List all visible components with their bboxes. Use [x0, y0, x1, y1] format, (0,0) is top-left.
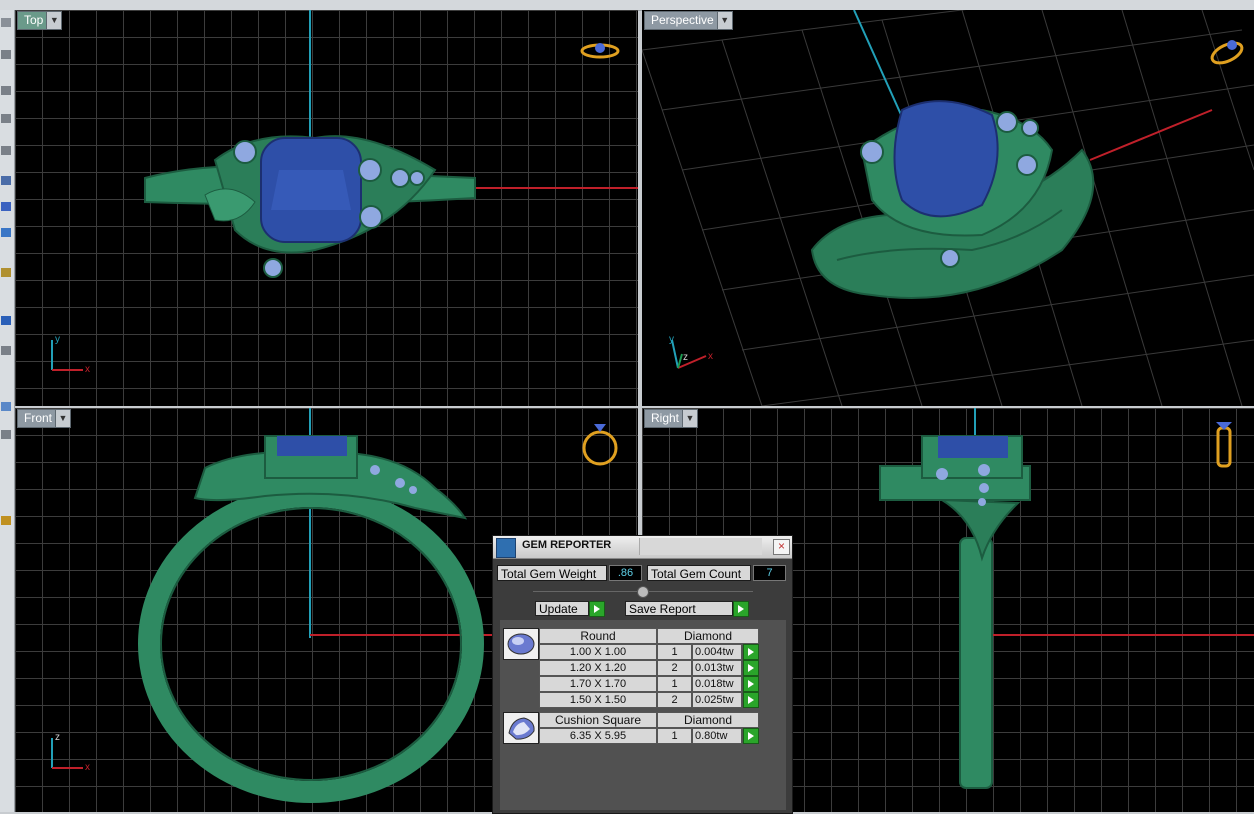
- top-view-canvas: y x: [51, 10, 638, 375]
- select-gem-button[interactable]: [743, 728, 759, 744]
- curve-tool-icon[interactable]: [1, 86, 11, 95]
- axis-z-label: z: [55, 732, 60, 743]
- orientation-widget-icon: [582, 424, 618, 466]
- save-report-go-button[interactable]: [733, 601, 749, 617]
- axis-y-label: y: [669, 334, 674, 345]
- cushion-gem-icon: [503, 712, 539, 744]
- viewport-label-right[interactable]: Right ▼: [644, 409, 699, 428]
- gem-weight-cell: 0.025tw: [692, 692, 742, 708]
- gem-size-cell: 1.00 X 1.00: [539, 644, 657, 660]
- titlebar-spacer: [639, 538, 762, 555]
- viewport-label-text: Front: [24, 411, 53, 425]
- viewport-label-text: Right: [651, 411, 680, 425]
- gem-count-cell: 2: [657, 660, 692, 676]
- ring-perspective-view: [810, 100, 1095, 299]
- gem-count-cell: 2: [657, 692, 692, 708]
- gem-count-cell: 1: [657, 676, 692, 692]
- viewport-label-top[interactable]: Top ▼: [17, 11, 63, 30]
- render-tool-icon[interactable]: [1, 516, 11, 525]
- chevron-down-icon[interactable]: ▼: [682, 410, 698, 427]
- pencil-tool-icon[interactable]: [1, 268, 11, 277]
- update-go-button[interactable]: [589, 601, 605, 617]
- dialog-titlebar[interactable]: GEM REPORTER ×: [493, 536, 792, 559]
- viewport-label-front[interactable]: Front ▼: [17, 409, 72, 428]
- gem-size-cell: 1.70 X 1.70: [539, 676, 657, 692]
- left-toolbar: [0, 10, 15, 812]
- axis-x-label: x: [85, 364, 90, 375]
- viewport-perspective[interactable]: y z x Perspective ▼: [642, 10, 1254, 406]
- select-gem-button[interactable]: [743, 676, 759, 692]
- gem-weight-cell: 0.018tw: [692, 676, 742, 692]
- orientation-widget-icon: [580, 43, 620, 59]
- axis-indicator: z x: [51, 732, 90, 773]
- surface-tool-icon[interactable]: [1, 228, 11, 237]
- gem-reporter-dialog[interactable]: GEM REPORTER × Total Gem Weight .86 Tota…: [492, 535, 793, 814]
- gear-tool-icon[interactable]: [1, 346, 11, 355]
- group-material-header: Diamond: [657, 712, 759, 728]
- viewport-label-text: Perspective: [651, 13, 714, 27]
- chevron-down-icon[interactable]: ▼: [716, 12, 732, 29]
- gem-weight-cell: 0.80tw: [692, 728, 742, 744]
- group-material-header: Diamond: [657, 628, 759, 644]
- save-report-button[interactable]: Save Report: [625, 601, 733, 616]
- orientation-widget-icon: [1216, 422, 1232, 468]
- chevron-down-icon[interactable]: ▼: [46, 12, 62, 29]
- line-tool-icon[interactable]: [1, 114, 11, 123]
- ring-top-view: [144, 135, 476, 278]
- select-tool-icon[interactable]: [1, 18, 11, 27]
- orientation-widget-icon: [1210, 40, 1244, 65]
- total-gem-count-label: Total Gem Count: [647, 565, 751, 581]
- group-shape-header: Cushion Square: [539, 712, 657, 728]
- select-gem-button[interactable]: [743, 660, 759, 676]
- edit-tool-icon[interactable]: [1, 402, 11, 411]
- axis-x-label: x: [85, 762, 90, 773]
- select-gem-button[interactable]: [743, 644, 759, 660]
- axis-indicator: y x: [51, 334, 90, 375]
- perspective-view-canvas: y z x: [642, 10, 1254, 406]
- axis-indicator: y z x: [669, 334, 713, 369]
- transform-tool-icon[interactable]: [1, 430, 11, 439]
- select-gem-button[interactable]: [743, 692, 759, 708]
- total-gem-weight-label: Total Gem Weight: [497, 565, 607, 581]
- point-tool-icon[interactable]: [1, 50, 11, 59]
- chevron-down-icon[interactable]: ▼: [55, 410, 71, 427]
- gem-size-cell: 1.50 X 1.50: [539, 692, 657, 708]
- gem-size-cell: 1.20 X 1.20: [539, 660, 657, 676]
- update-button[interactable]: Update: [535, 601, 589, 616]
- dot-tool-icon[interactable]: [1, 316, 11, 325]
- round-gem-icon: [503, 628, 539, 660]
- gem-weight-cell: 0.013tw: [692, 660, 742, 676]
- total-gem-count-value: 7: [753, 565, 786, 581]
- solid-tool-icon[interactable]: [1, 202, 11, 211]
- splitter-handle[interactable]: [637, 586, 649, 598]
- viewport-top[interactable]: y x Top ▼: [15, 10, 638, 406]
- dialog-title: GEM REPORTER: [522, 539, 612, 551]
- gem-reporter-icon: [496, 538, 516, 558]
- viewport-label-text: Top: [24, 13, 44, 27]
- sphere-tool-icon[interactable]: [1, 176, 11, 185]
- group-shape-header: Round: [539, 628, 657, 644]
- axis-x-label: x: [708, 351, 713, 362]
- axis-y-label: y: [55, 334, 60, 345]
- gem-weight-cell: 0.004tw: [692, 644, 742, 660]
- ring-right-view: [879, 435, 1031, 789]
- arc-tool-icon[interactable]: [1, 146, 11, 155]
- gem-size-cell: 6.35 X 5.95: [539, 728, 657, 744]
- viewport-label-perspective[interactable]: Perspective ▼: [644, 11, 733, 30]
- total-gem-weight-value: .86: [609, 565, 642, 581]
- axis-z-label: z: [683, 352, 688, 363]
- gem-count-cell: 1: [657, 728, 692, 744]
- gem-count-cell: 1: [657, 644, 692, 660]
- close-icon[interactable]: ×: [773, 539, 790, 555]
